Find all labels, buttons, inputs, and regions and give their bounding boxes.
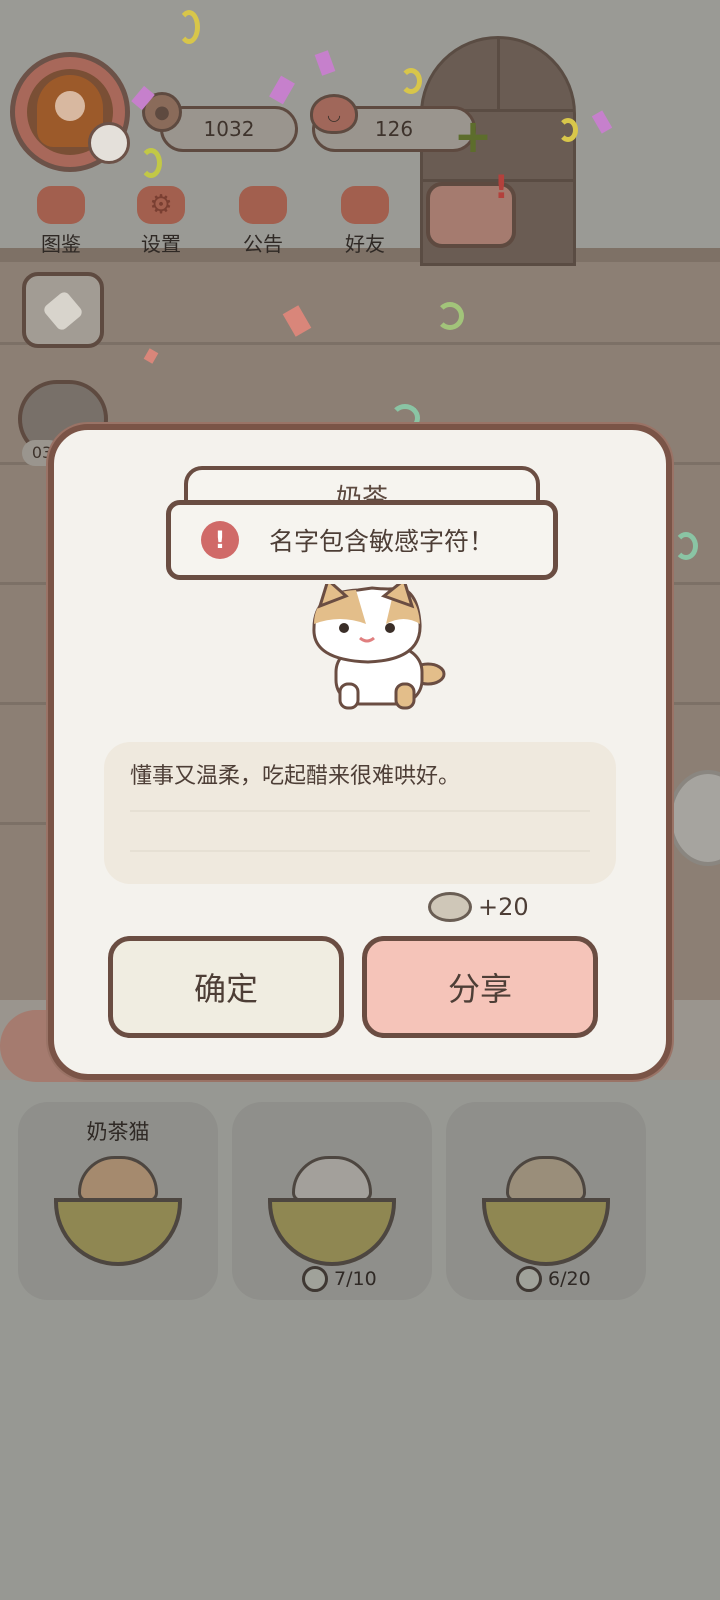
add-hearts-button[interactable]: + <box>452 113 494 159</box>
confetti <box>558 118 578 142</box>
bowl-icon <box>268 1198 396 1266</box>
menu-item-friends[interactable]: 好友 <box>330 186 400 257</box>
share-label: 分享 <box>447 970 512 1008</box>
gear-icon: ⚙ <box>137 186 185 224</box>
coin-value: 1032 <box>203 117 255 141</box>
cat-illustration <box>312 584 446 710</box>
cat-in-bowl <box>78 1156 158 1202</box>
cat-card[interactable]: 6/20 <box>446 1102 646 1300</box>
menu-item-collection[interactable]: 图鉴 <box>26 186 96 257</box>
alert-icon: ! <box>494 168 509 206</box>
bowl-icon <box>54 1198 182 1266</box>
share-button[interactable]: 分享 <box>362 936 598 1038</box>
confetti <box>674 532 698 560</box>
edit-calendar-button[interactable] <box>22 272 104 348</box>
confirm-button[interactable]: 确定 <box>108 936 344 1038</box>
bowl-icon <box>482 1198 610 1266</box>
confetti <box>178 10 200 44</box>
toast-message: 名字包含敏感字符！ <box>269 527 495 556</box>
confirm-label: 确定 <box>193 970 258 1008</box>
reward-value: +20 <box>478 893 529 921</box>
menu-item-announcements[interactable]: 公告 <box>228 186 298 257</box>
error-toast: ! 名字包含敏感字符！ <box>166 500 558 580</box>
description-text: 懂事又温柔，吃起醋来很难哄好。 <box>130 764 461 789</box>
card-progress: 6/20 <box>516 1266 591 1292</box>
friends-icon <box>341 186 389 224</box>
cat-card[interactable]: 7/10 <box>232 1102 432 1300</box>
menu-label: 公告 <box>243 232 283 256</box>
cat-card[interactable]: 奶茶猫 <box>18 1102 218 1300</box>
cat-description: 懂事又温柔，吃起醋来很难哄好。 <box>104 742 616 884</box>
gift-icon <box>239 186 287 224</box>
confetti <box>140 148 162 178</box>
cat-in-bowl <box>292 1156 372 1202</box>
menu-label: 好友 <box>345 232 385 256</box>
card-name: 奶茶猫 <box>86 1120 150 1144</box>
card-progress: 7/10 <box>302 1266 377 1292</box>
heart-icon: ◡ <box>310 94 358 134</box>
menu-label: 设置 <box>141 232 181 256</box>
warning-icon: ! <box>201 521 239 559</box>
confetti <box>400 68 422 94</box>
progress-text: 6/20 <box>548 1268 591 1290</box>
confetti <box>436 302 464 330</box>
pencil-icon <box>41 289 85 333</box>
heart-value: 126 <box>374 117 414 141</box>
cat-face-icon <box>37 186 85 224</box>
menu-label: 图鉴 <box>41 232 81 256</box>
progress-icon <box>302 1266 328 1292</box>
bunny-icon <box>88 122 130 164</box>
menu-item-settings[interactable]: ⚙ 设置 <box>126 186 196 257</box>
fish-icon <box>428 892 472 922</box>
share-reward: +20 <box>428 892 529 922</box>
progress-text: 7/10 <box>334 1268 377 1290</box>
cat-in-bowl <box>506 1156 586 1202</box>
progress-icon <box>516 1266 542 1292</box>
